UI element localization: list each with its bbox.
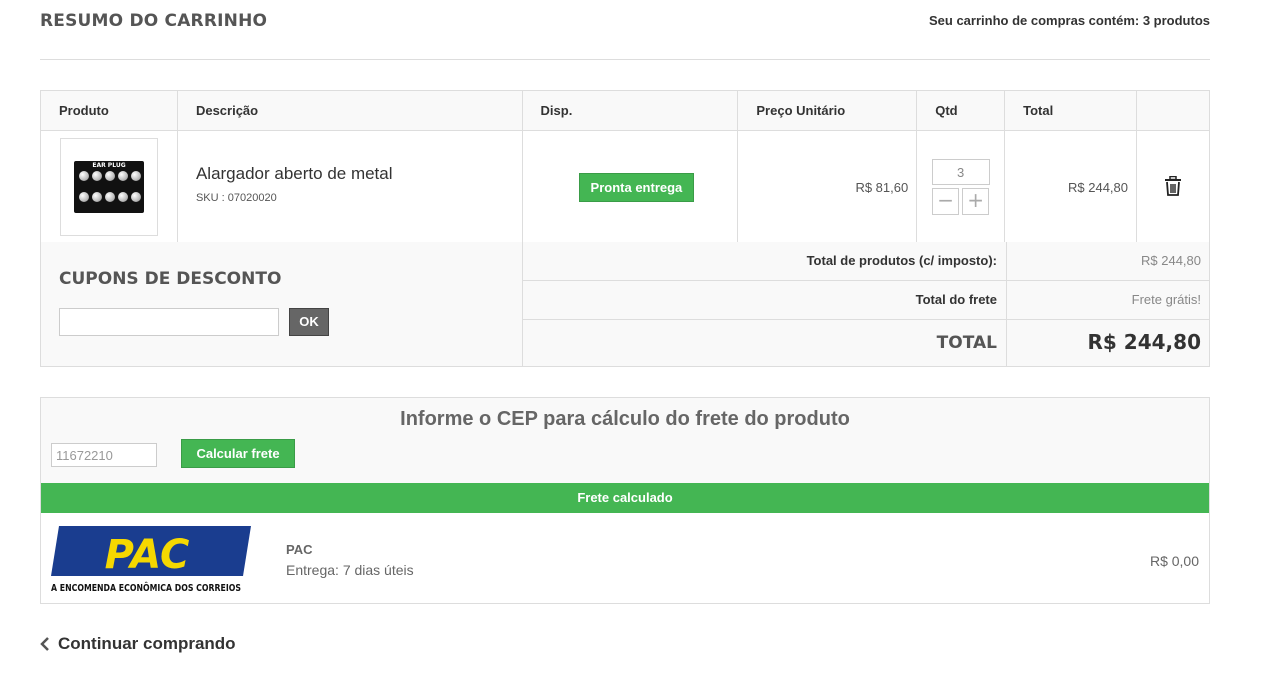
product-image-cell: EAR PLUG — [40, 130, 178, 244]
summary-total-label: TOTAL — [936, 333, 997, 353]
pac-logo-text: PAC — [105, 532, 190, 578]
shipping-title: Informe o CEP para cálculo do frete do p… — [400, 408, 850, 430]
quantity-input[interactable] — [931, 159, 990, 185]
coupon-ok-button[interactable]: OK — [289, 308, 329, 336]
continue-shopping-link[interactable]: Continuar comprando — [40, 634, 236, 654]
product-description-cell: Alargador aberto de metal SKU : 07020020 — [176, 130, 523, 244]
coupon-section: CUPONS DE DESCONTO OK — [41, 242, 523, 366]
shipping-option-name: PAC — [286, 542, 313, 557]
table-header-row: Produto Descrição Disp. Preço Unitário Q… — [40, 90, 1210, 131]
shipping-option-price: R$ 0,00 — [1149, 553, 1199, 569]
quantity-stepper: − + — [917, 188, 1004, 215]
continue-shopping-label: Continuar comprando — [58, 634, 236, 653]
shipping-option-delivery: Entrega: 7 dias úteis — [286, 562, 414, 578]
product-sku: SKU : 07020020 — [195, 192, 277, 204]
availability-badge: Pronta entrega — [578, 172, 695, 202]
quantity-increase-button[interactable]: + — [962, 188, 990, 215]
page-title: RESUMO DO CARRINHO — [40, 11, 268, 31]
quantity-decrease-button[interactable]: − — [932, 188, 960, 215]
quantity-cell: − + — [916, 130, 1006, 244]
cart-table: Produto Descrição Disp. Preço Unitário Q… — [40, 90, 1210, 244]
coupon-title: CUPONS DE DESCONTO — [59, 269, 282, 289]
summary-total-row: TOTAL R$ 244,80 — [523, 320, 1209, 366]
summary-shipping-value: Frete grátis! — [1006, 281, 1209, 319]
col-header-actions — [1136, 90, 1210, 131]
summary-products-label: Total de produtos (c/ imposto): — [806, 253, 997, 268]
ear-plug-label: EAR PLUG — [92, 162, 126, 169]
shipping-calculator: Informe o CEP para cálculo do frete do p… — [40, 397, 1210, 604]
col-header-description: Descrição — [176, 90, 523, 131]
calculate-shipping-button[interactable]: Calcular frete — [181, 439, 295, 468]
col-header-unit-price: Preço Unitário — [737, 90, 918, 131]
summary-products-value: R$ 244,80 — [1006, 242, 1209, 280]
remove-cell — [1136, 130, 1210, 244]
summary-shipping-label: Total do frete — [915, 292, 997, 307]
cep-input[interactable] — [51, 443, 157, 467]
summary-total-value: R$ 244,80 — [1006, 320, 1209, 366]
pac-logo-tagline: A ENCOMENDA ECONÔMICA DOS CORREIOS — [51, 581, 241, 594]
product-image[interactable]: EAR PLUG — [60, 138, 158, 236]
col-header-total: Total — [1004, 90, 1138, 131]
chevron-left-icon — [40, 637, 49, 651]
shipping-calculated-bar: Frete calculado — [41, 483, 1209, 513]
pac-logo: PAC A ENCOMENDA ECONÔMICA DOS CORREIOS — [51, 526, 251, 594]
cart-count: Seu carrinho de compras contém: 3 produt… — [929, 13, 1210, 28]
summary-shipping-row: Total do frete Frete grátis! — [523, 281, 1209, 320]
trash-icon[interactable] — [1164, 175, 1182, 196]
col-header-quantity: Qtd — [916, 90, 1006, 131]
unit-price: R$ 81,60 — [737, 130, 918, 244]
shipping-option-pac[interactable]: PAC A ENCOMENDA ECONÔMICA DOS CORREIOS P… — [41, 513, 1209, 603]
line-total: R$ 244,80 — [1004, 130, 1138, 244]
ear-plug-image: EAR PLUG — [74, 161, 144, 213]
coupon-input[interactable] — [59, 308, 279, 336]
summary-products-row: Total de produtos (c/ imposto): R$ 244,8… — [523, 242, 1209, 281]
table-row: EAR PLUG Alargador aberto de metal SKU :… — [40, 130, 1210, 244]
col-header-availability: Disp. — [521, 90, 739, 131]
col-header-product: Produto — [40, 90, 178, 131]
availability-cell: Pronta entrega — [521, 130, 739, 244]
cart-summary: CUPONS DE DESCONTO OK Total de produtos … — [40, 242, 1210, 367]
product-name[interactable]: Alargador aberto de metal — [196, 164, 504, 184]
title-divider — [40, 59, 1210, 60]
